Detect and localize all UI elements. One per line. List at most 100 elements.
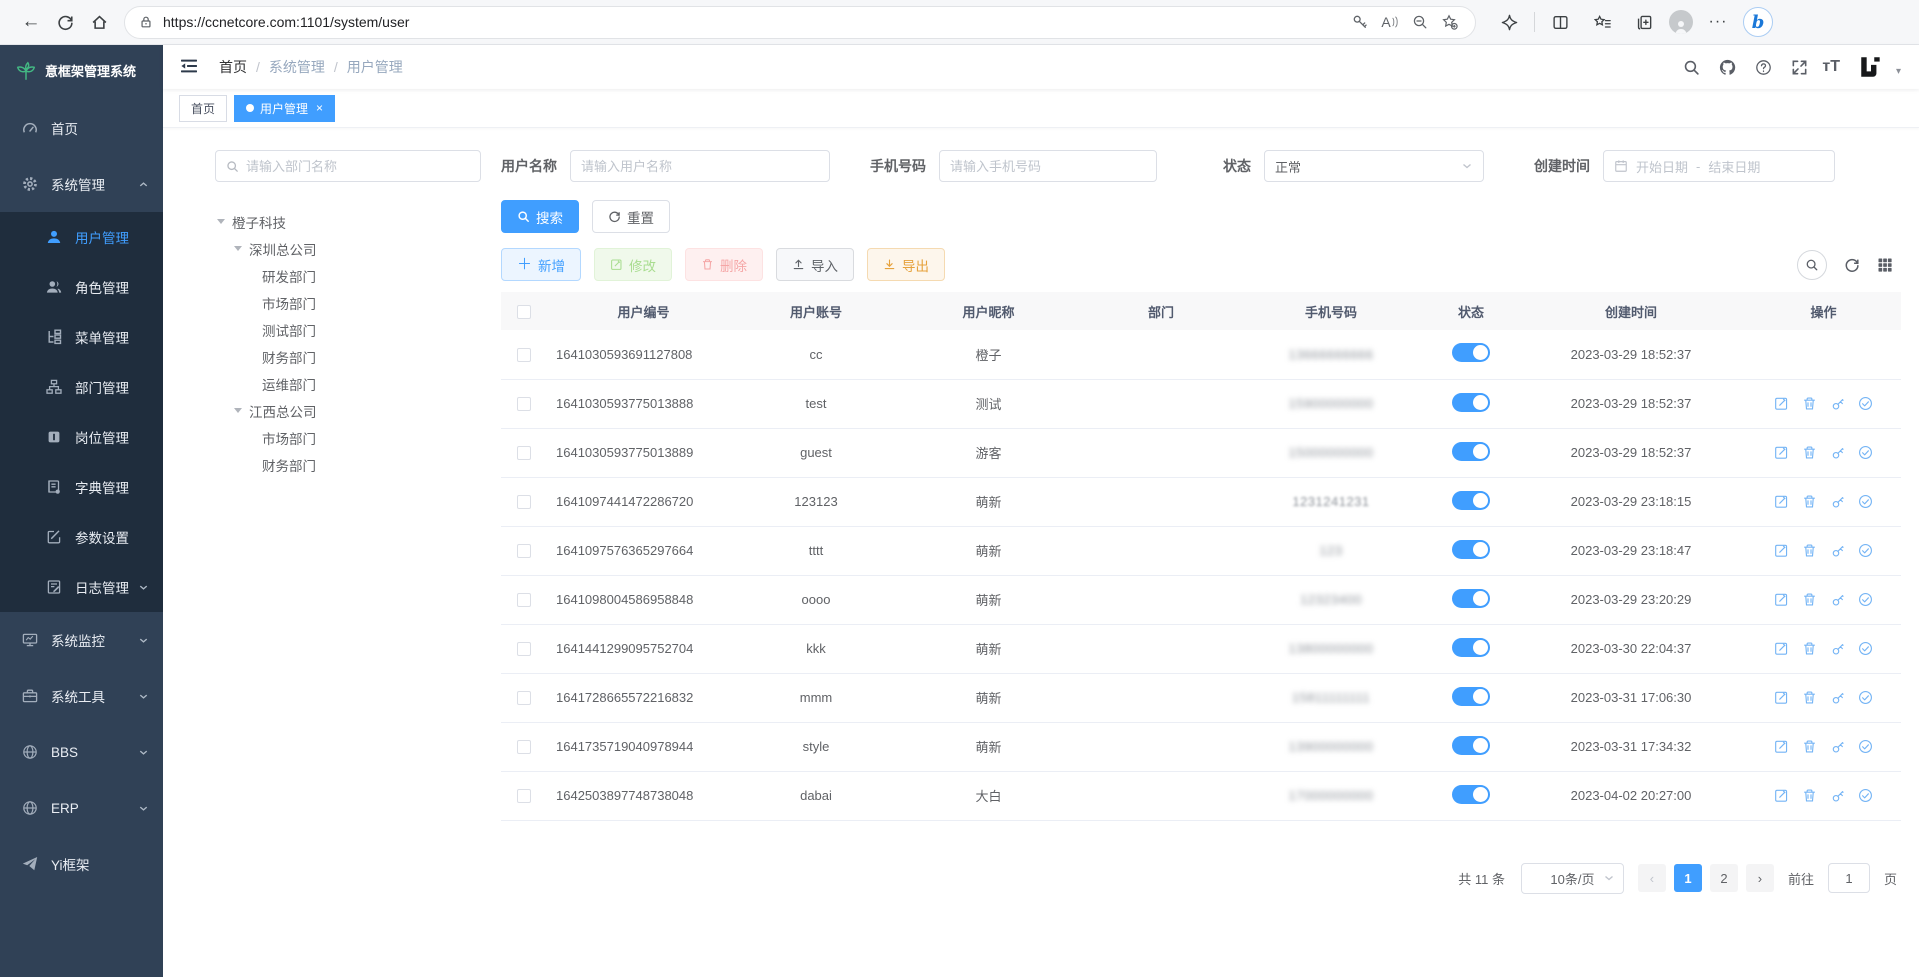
goto-page-input[interactable]	[1828, 863, 1870, 893]
sidebar-item-日志管理[interactable]: 日志管理	[0, 562, 163, 612]
row-edit-icon[interactable]	[1774, 592, 1790, 608]
caret-down-icon[interactable]	[234, 246, 242, 255]
tree-node-财务部门[interactable]: 财务部门	[215, 343, 481, 370]
row-checkbox[interactable]	[517, 593, 531, 607]
show-search-toggle-icon[interactable]	[1797, 250, 1827, 280]
row-reset-password-key-icon[interactable]	[1830, 788, 1846, 804]
sidebar-item-ERP[interactable]: ERP	[0, 780, 163, 836]
row-assign-role-check-icon[interactable]	[1858, 543, 1874, 559]
tree-node-测试部门[interactable]: 测试部门	[215, 316, 481, 343]
page-button-1[interactable]: 1	[1674, 864, 1702, 892]
row-checkbox[interactable]	[517, 544, 531, 558]
caret-down-icon[interactable]	[234, 408, 242, 417]
close-tab-icon[interactable]: ×	[316, 101, 323, 115]
row-checkbox[interactable]	[517, 495, 531, 509]
url-text[interactable]: https://ccnetcore.com:1101/system/user	[163, 14, 1345, 30]
select-all-checkbox[interactable]	[517, 305, 531, 319]
row-delete-icon[interactable]	[1802, 445, 1818, 461]
row-edit-icon[interactable]	[1774, 494, 1790, 510]
status-toggle[interactable]	[1452, 491, 1490, 510]
search-button[interactable]: 搜索	[501, 200, 579, 233]
delete-button[interactable]: 删除	[685, 248, 763, 281]
sidebar-item-系统监控[interactable]: 系统监控	[0, 612, 163, 668]
row-checkbox[interactable]	[517, 740, 531, 754]
extensions-icon[interactable]	[1492, 5, 1526, 39]
row-reset-password-key-icon[interactable]	[1830, 690, 1846, 706]
status-toggle[interactable]	[1452, 343, 1490, 362]
status-toggle[interactable]	[1452, 393, 1490, 412]
split-screen-icon[interactable]	[1543, 5, 1577, 39]
phone-input[interactable]	[950, 159, 1146, 174]
tree-node-财务部门[interactable]: 财务部门	[215, 451, 481, 478]
row-assign-role-check-icon[interactable]	[1858, 494, 1874, 510]
row-edit-icon[interactable]	[1774, 690, 1790, 706]
row-checkbox[interactable]	[517, 691, 531, 705]
row-assign-role-check-icon[interactable]	[1858, 445, 1874, 461]
favorite-add-star-icon[interactable]	[1435, 8, 1465, 36]
sidebar-item-Yi框架[interactable]: Yi框架	[0, 836, 163, 892]
row-edit-icon[interactable]	[1774, 739, 1790, 755]
sidebar-item-用户管理[interactable]: 用户管理	[0, 212, 163, 262]
next-page-button[interactable]: ›	[1746, 864, 1774, 892]
user-name-input[interactable]	[581, 159, 819, 174]
header-search-icon[interactable]	[1678, 54, 1704, 80]
row-edit-icon[interactable]	[1774, 396, 1790, 412]
sidebar-item-BBS[interactable]: BBS	[0, 724, 163, 780]
zoom-out-icon[interactable]	[1405, 8, 1435, 36]
sidebar-fold-icon[interactable]	[179, 56, 201, 78]
caret-down-icon[interactable]	[217, 219, 225, 228]
row-edit-icon[interactable]	[1774, 445, 1790, 461]
read-aloud-icon[interactable]: A	[1375, 8, 1405, 36]
tab-用户管理[interactable]: 用户管理×	[234, 95, 335, 122]
browser-profile-avatar[interactable]	[1669, 10, 1693, 34]
row-checkbox[interactable]	[517, 789, 531, 803]
sidebar-item-角色管理[interactable]: 角色管理	[0, 262, 163, 312]
import-button[interactable]: 导入	[776, 248, 854, 281]
row-assign-role-check-icon[interactable]	[1858, 641, 1874, 657]
row-delete-icon[interactable]	[1802, 690, 1818, 706]
browser-back-button[interactable]: ←	[14, 5, 48, 39]
row-edit-icon[interactable]	[1774, 543, 1790, 559]
row-delete-icon[interactable]	[1802, 494, 1818, 510]
date-end-placeholder[interactable]: 结束日期	[1708, 157, 1760, 176]
column-settings-grid-icon[interactable]	[1877, 257, 1893, 273]
status-toggle[interactable]	[1452, 589, 1490, 608]
app-logo[interactable]: 意框架管理系统	[0, 45, 163, 96]
font-size-icon[interactable]: тT	[1822, 58, 1840, 76]
browser-refresh-button[interactable]	[48, 5, 82, 39]
tree-node-深圳总公司[interactable]: 深圳总公司	[215, 235, 481, 262]
row-delete-icon[interactable]	[1802, 592, 1818, 608]
prev-page-button[interactable]: ‹	[1638, 864, 1666, 892]
tree-node-市场部门[interactable]: 市场部门	[215, 424, 481, 451]
row-assign-role-check-icon[interactable]	[1858, 592, 1874, 608]
row-reset-password-key-icon[interactable]	[1830, 396, 1846, 412]
sidebar-item-岗位管理[interactable]: 岗位管理	[0, 412, 163, 462]
row-delete-icon[interactable]	[1802, 739, 1818, 755]
row-delete-icon[interactable]	[1802, 788, 1818, 804]
sidebar-item-系统管理[interactable]: 系统管理	[0, 156, 163, 212]
row-reset-password-key-icon[interactable]	[1830, 641, 1846, 657]
tab-首页[interactable]: 首页	[179, 95, 227, 122]
breadcrumb-home[interactable]: 首页	[219, 57, 247, 77]
date-range-picker[interactable]: 开始日期 - 结束日期	[1603, 150, 1835, 182]
status-toggle[interactable]	[1452, 442, 1490, 461]
row-checkbox[interactable]	[517, 642, 531, 656]
tree-node-研发部门[interactable]: 研发部门	[215, 262, 481, 289]
avatar-caret-icon[interactable]: ▾	[1896, 66, 1901, 77]
row-checkbox[interactable]	[517, 397, 531, 411]
browser-home-button[interactable]	[82, 5, 116, 39]
collections-icon[interactable]	[1627, 5, 1661, 39]
browser-address-bar[interactable]: https://ccnetcore.com:1101/system/user A	[124, 6, 1476, 39]
reset-button[interactable]: 重置	[592, 200, 670, 233]
status-select[interactable]: 正常	[1264, 150, 1484, 182]
row-delete-icon[interactable]	[1802, 396, 1818, 412]
row-assign-role-check-icon[interactable]	[1858, 396, 1874, 412]
row-assign-role-check-icon[interactable]	[1858, 788, 1874, 804]
password-key-icon[interactable]	[1345, 8, 1375, 36]
status-toggle[interactable]	[1452, 540, 1490, 559]
browser-settings-menu-icon[interactable]: ···	[1701, 5, 1735, 39]
row-reset-password-key-icon[interactable]	[1830, 445, 1846, 461]
fullscreen-icon[interactable]	[1786, 54, 1812, 80]
row-reset-password-key-icon[interactable]	[1830, 592, 1846, 608]
row-assign-role-check-icon[interactable]	[1858, 690, 1874, 706]
